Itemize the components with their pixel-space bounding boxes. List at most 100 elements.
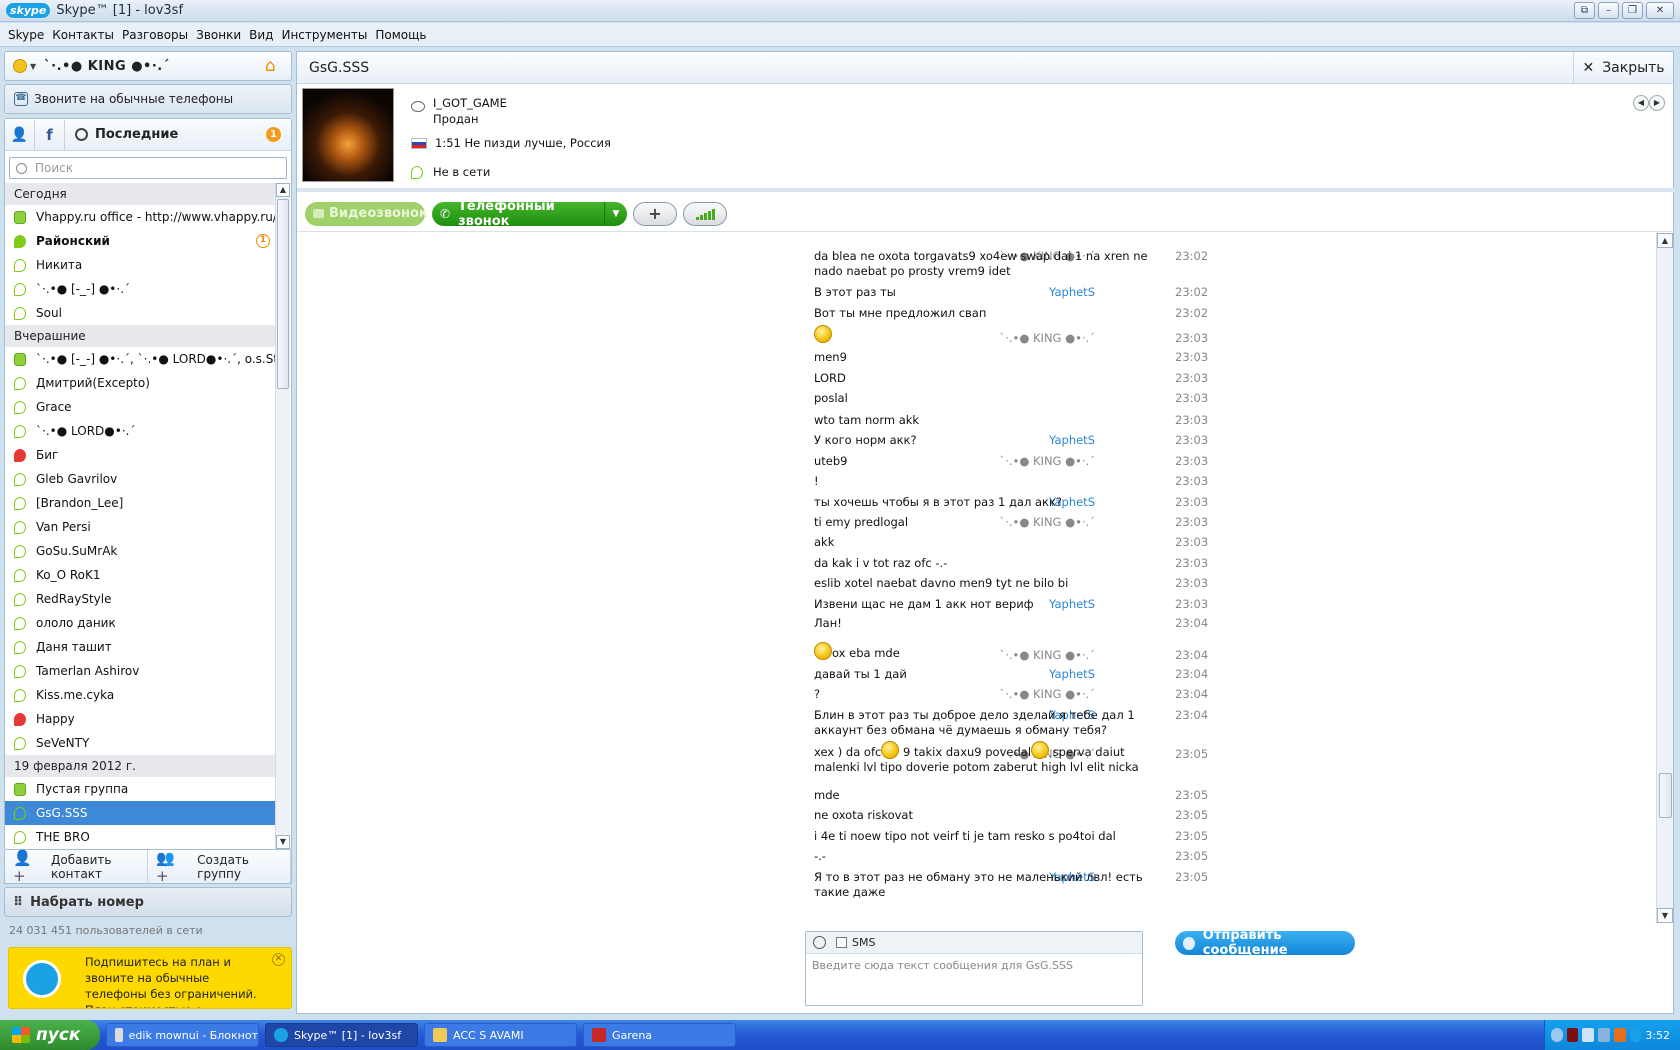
list-item[interactable]: Tamerlan Ashirov: [5, 659, 276, 683]
menu-view[interactable]: Вид: [245, 28, 277, 42]
compact-view-button[interactable]: ⧉: [1574, 2, 1595, 19]
list-item[interactable]: `·.•● [-_-] ●•·.´: [5, 277, 276, 301]
skype-tray-icon[interactable]: [1629, 1028, 1642, 1042]
list-item[interactable]: THE BRO: [5, 825, 276, 849]
video-call-button[interactable]: Видеозвонок: [305, 201, 428, 226]
list-item-selected[interactable]: GsG.SSS: [5, 801, 276, 825]
scroll-up-icon[interactable]: ▲: [276, 183, 290, 197]
message-text: Блин в этот раз ты доброе дело зделай я …: [814, 708, 1135, 737]
list-item[interactable]: `·.•● [-_-] ●•·.´, `·.•● LORD●•·.´, o.s.…: [5, 347, 276, 371]
menu-contacts[interactable]: Контакты: [48, 28, 118, 42]
list-item[interactable]: ололо даник: [5, 611, 276, 635]
close-conversation-button[interactable]: ✕ Закрыть: [1573, 52, 1673, 84]
add-contact-button[interactable]: 👤+ Добавить контакт: [5, 849, 148, 885]
tab-facebook[interactable]: f: [35, 119, 65, 150]
list-item[interactable]: Никита: [5, 253, 276, 277]
tray-app-icon[interactable]: [1566, 1028, 1579, 1042]
mood-row: I_GOT_GAME Продан: [411, 95, 507, 127]
tab-contacts[interactable]: 👤: [5, 119, 35, 150]
list-item[interactable]: Soul: [5, 301, 276, 325]
start-button[interactable]: пуск: [0, 1020, 100, 1050]
taskbar-item-folder[interactable]: ACC S AVAMI: [424, 1023, 577, 1047]
menu-skype[interactable]: Skype: [4, 28, 48, 42]
avatar[interactable]: [302, 88, 394, 182]
list-item[interactable]: Ko_O RoK1: [5, 563, 276, 587]
menu-help[interactable]: Помощь: [371, 28, 430, 42]
recent-badge: 1: [266, 127, 281, 142]
scroll-down-icon[interactable]: ▼: [1657, 908, 1673, 923]
list-item[interactable]: RedRayStyle: [5, 587, 276, 611]
list-item[interactable]: Happy: [5, 707, 276, 731]
contacts-scrollbar[interactable]: ▲ ▼: [275, 183, 290, 849]
message-text-part: ox eba mde: [832, 646, 900, 660]
list-item[interactable]: Районский 1: [5, 229, 276, 253]
scroll-thumb[interactable]: [277, 199, 289, 389]
scroll-thumb[interactable]: [1659, 773, 1672, 818]
tray-arrow-icon[interactable]: [1551, 1028, 1563, 1042]
taskbar-item-notepad[interactable]: edik mownui - Блокнот: [106, 1023, 259, 1047]
chat-bubble-icon: [1183, 936, 1195, 950]
messages-scrollbar[interactable]: ▲ ▼: [1656, 233, 1673, 923]
message-time: 23:05: [1175, 747, 1209, 761]
status-away-icon[interactable]: [13, 59, 27, 73]
message-time: 23:03: [1175, 474, 1209, 488]
list-item[interactable]: Kiss.me.cyka: [5, 683, 276, 707]
my-profile-row[interactable]: ▼ `·.•● KING ●•·.´ ⌂: [4, 51, 292, 81]
message-text: mde: [814, 788, 840, 802]
emoticon-icon[interactable]: [813, 936, 826, 949]
sms-checkbox[interactable]: [836, 937, 847, 948]
tray-record-icon[interactable]: [1613, 1028, 1626, 1042]
list-item[interactable]: Даня ташит: [5, 635, 276, 659]
chevron-down-icon[interactable]: ▼: [604, 201, 627, 226]
phone-call-button[interactable]: ✆ Телефонный звонок ▼: [432, 199, 627, 229]
list-item[interactable]: Дмитрий(Excepto): [5, 371, 276, 395]
search-input[interactable]: Поиск: [9, 157, 287, 179]
call-quality-button[interactable]: [683, 201, 727, 226]
scroll-up-icon[interactable]: ▲: [1657, 233, 1673, 248]
tab-recent[interactable]: Последние: [65, 127, 178, 142]
call-phones-row[interactable]: ☎ Звоните на обычные телефоны: [4, 84, 292, 114]
dial-number-button[interactable]: ⠿ Набрать номер: [4, 887, 292, 917]
network-icon[interactable]: [1582, 1028, 1595, 1042]
list-item[interactable]: Grace: [5, 395, 276, 419]
status-blocked-icon: [14, 448, 26, 462]
left-panel: ▼ `·.•● KING ●•·.´ ⌂ ☎ Звоните на обычны…: [4, 51, 292, 1014]
home-icon[interactable]: ⌂: [265, 58, 283, 75]
close-window-button[interactable]: ✕: [1646, 2, 1674, 19]
volume-icon[interactable]: [1598, 1028, 1610, 1042]
list-item[interactable]: Van Persi: [5, 515, 276, 539]
chevron-down-icon[interactable]: ▼: [30, 62, 36, 71]
scroll-down-icon[interactable]: ▼: [276, 835, 290, 849]
promo-banner[interactable]: Подпишитесь на план и звоните на обычные…: [8, 947, 292, 1009]
status-offline-icon: [411, 165, 423, 179]
maximize-button[interactable]: ❐: [1622, 2, 1643, 19]
skype-name: I_GOT_GAME: [433, 96, 507, 110]
taskbar-item-skype[interactable]: Skype™ [1] - lov3sf: [265, 1023, 418, 1047]
close-icon[interactable]: ✕: [272, 953, 285, 966]
list-item[interactable]: Биг: [5, 443, 276, 467]
list-item[interactable]: GoSu.SuMrAk: [5, 539, 276, 563]
arrow-left-icon[interactable]: ◀: [1633, 95, 1649, 111]
online-count: 24 031 451 пользователей в сети: [9, 924, 203, 937]
list-item[interactable]: Gleb Gavrilov: [5, 467, 276, 491]
menu-conversations[interactable]: Разговоры: [118, 28, 192, 42]
list-item[interactable]: `·.•● LORD●•·.´: [5, 419, 276, 443]
arrow-right-icon[interactable]: ▶: [1649, 95, 1665, 111]
message-input[interactable]: Введите сюда текст сообщения для GsG.SSS: [806, 954, 1142, 977]
menu-tools[interactable]: Инструменты: [277, 28, 371, 42]
minimize-button[interactable]: –: [1598, 2, 1619, 19]
section-yesterday: Вчерашние: [5, 325, 276, 347]
taskbar-item-garena[interactable]: Garena: [583, 1023, 736, 1047]
add-group-icon: 👥+: [156, 848, 175, 885]
russia-flag-icon: [411, 137, 427, 149]
send-message-button[interactable]: Отправить сообщение: [1175, 928, 1355, 958]
call-phones-label: Звоните на обычные телефоны: [34, 92, 234, 106]
list-item[interactable]: SeVeNTY: [5, 731, 276, 755]
create-group-button[interactable]: 👥+ Создать группу: [148, 848, 291, 885]
list-item[interactable]: [Brandon_Lee]: [5, 491, 276, 515]
list-item[interactable]: Vhappy.ru office - http://www.vhappy.ru/…: [5, 205, 276, 229]
signal-bars-icon: [684, 203, 726, 220]
add-button[interactable]: +: [633, 201, 677, 226]
list-item[interactable]: Пустая группа: [5, 777, 276, 801]
menu-calls[interactable]: Звонки: [192, 28, 245, 42]
